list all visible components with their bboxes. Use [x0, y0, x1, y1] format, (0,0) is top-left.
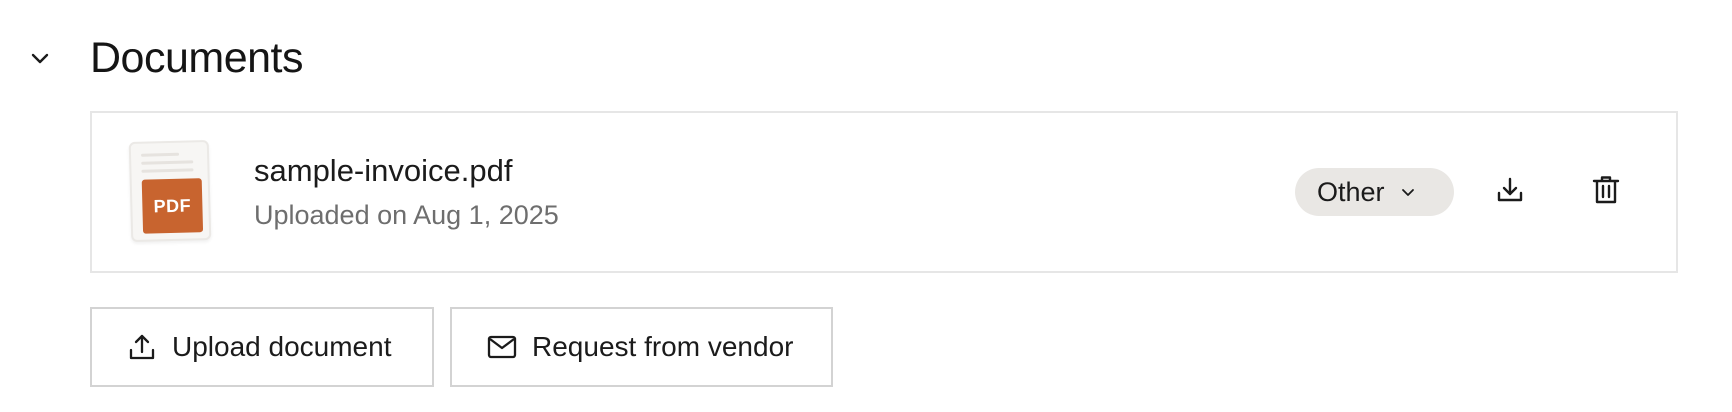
download-button[interactable] [1488, 170, 1532, 214]
upload-document-label: Upload document [172, 331, 392, 362]
trash-icon [1591, 174, 1621, 211]
upload-document-button[interactable]: Upload document [90, 307, 434, 387]
section-title: Documents [90, 33, 303, 82]
pdf-file-icon: PDF [128, 139, 212, 243]
chevron-down-icon[interactable] [26, 44, 54, 72]
request-from-vendor-button[interactable]: Request from vendor [450, 307, 833, 387]
download-icon [1494, 174, 1526, 211]
category-select[interactable]: Other [1295, 168, 1454, 216]
delete-button[interactable] [1584, 170, 1628, 214]
document-card: PDF sample-invoice.pdf Uploaded on Aug 1… [90, 111, 1678, 273]
mail-icon [486, 331, 518, 363]
category-selected-value: Other [1317, 176, 1385, 207]
upload-icon [126, 331, 158, 363]
upload-date: Uploaded on Aug 1, 2025 [254, 200, 559, 230]
file-info: sample-invoice.pdf Uploaded on Aug 1, 20… [254, 153, 559, 233]
pdf-badge: PDF [141, 178, 204, 234]
chevron-down-icon [1399, 183, 1417, 201]
file-name[interactable]: sample-invoice.pdf [254, 153, 559, 189]
request-from-vendor-label: Request from vendor [532, 331, 794, 362]
documents-section-header: Documents [26, 28, 303, 88]
